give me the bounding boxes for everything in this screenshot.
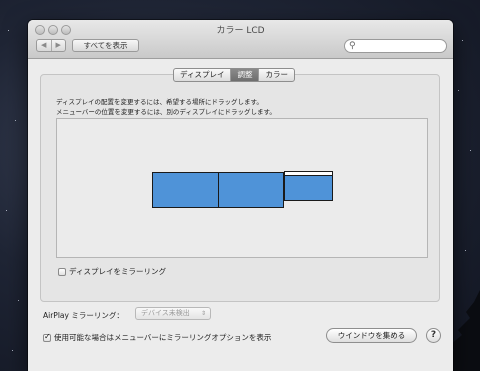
show-all-button[interactable]: すべてを表示 xyxy=(72,39,139,52)
preferences-window: カラー LCD ◀ ▶ すべてを表示 ⚲ ディスプレイ 調整 カラー ディスプレ… xyxy=(28,20,453,371)
airplay-device-value: デバイス未検出 xyxy=(141,309,190,317)
search-icon: ⚲ xyxy=(349,41,356,51)
window-title: カラー LCD xyxy=(216,26,265,36)
display-main[interactable] xyxy=(284,171,333,201)
mirror-checkbox[interactable] xyxy=(58,267,66,276)
mirror-label: ディスプレイをミラーリング xyxy=(69,267,166,276)
show-mirror-option[interactable]: 使用可能な場合はメニューバーにミラーリングオプションを表示 xyxy=(43,332,271,343)
back-arrow-icon[interactable]: ◀ xyxy=(37,40,51,51)
forward-arrow-icon[interactable]: ▶ xyxy=(50,40,66,51)
display-arrangement-area xyxy=(56,118,428,258)
search-field[interactable]: ⚲ xyxy=(344,39,447,53)
tab-bar: ディスプレイ 調整 カラー xyxy=(173,68,295,82)
mirror-displays-option[interactable]: ディスプレイをミラーリング xyxy=(58,266,166,277)
gather-windows-button[interactable]: ウインドウを集める xyxy=(326,328,417,343)
tab-arrangement[interactable]: 調整 xyxy=(230,69,259,81)
airplay-label: AirPlay ミラーリング： xyxy=(43,311,124,320)
display-2[interactable] xyxy=(218,172,284,208)
airplay-device-popup[interactable]: デバイス未検出 ⇕ xyxy=(135,307,211,320)
nav-segmented-control: ◀ ▶ xyxy=(36,39,66,52)
show-mirror-label: 使用可能な場合はメニューバーにミラーリングオプションを表示 xyxy=(54,333,272,342)
display-1[interactable] xyxy=(152,172,219,208)
updown-arrows-icon: ⇕ xyxy=(200,310,206,317)
menu-bar-indicator[interactable] xyxy=(285,172,332,176)
tab-display[interactable]: ディスプレイ xyxy=(174,69,230,81)
arrangement-instruction: ディスプレイの配置を変更するには、希望する場所にドラッグします。 xyxy=(56,98,263,106)
show-mirror-checkbox[interactable] xyxy=(43,332,51,342)
title-bar[interactable]: カラー LCD ◀ ▶ すべてを表示 ⚲ xyxy=(28,20,453,59)
tab-color[interactable]: カラー xyxy=(258,69,294,81)
menubar-instruction: メニューバーの位置を変更するには、別のディスプレイにドラッグします。 xyxy=(56,108,276,116)
help-button[interactable]: ? xyxy=(426,328,441,343)
